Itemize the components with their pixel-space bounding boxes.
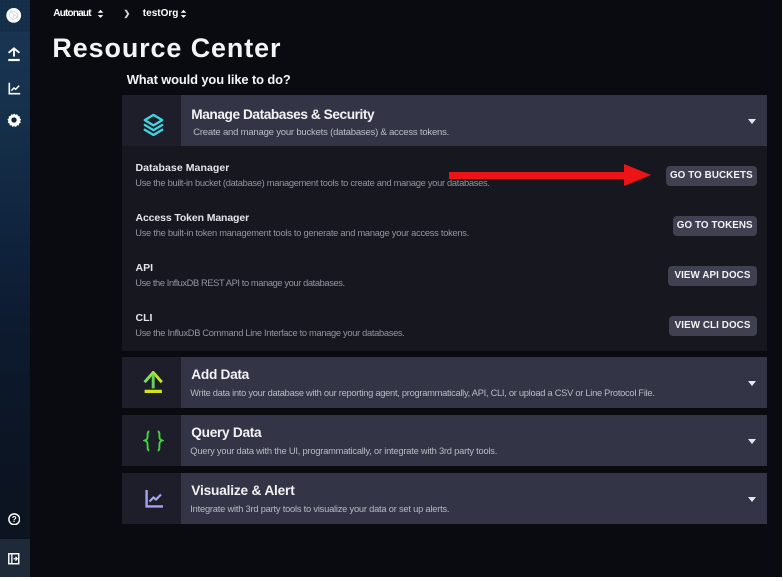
svg-text:?: ? — [11, 515, 16, 524]
